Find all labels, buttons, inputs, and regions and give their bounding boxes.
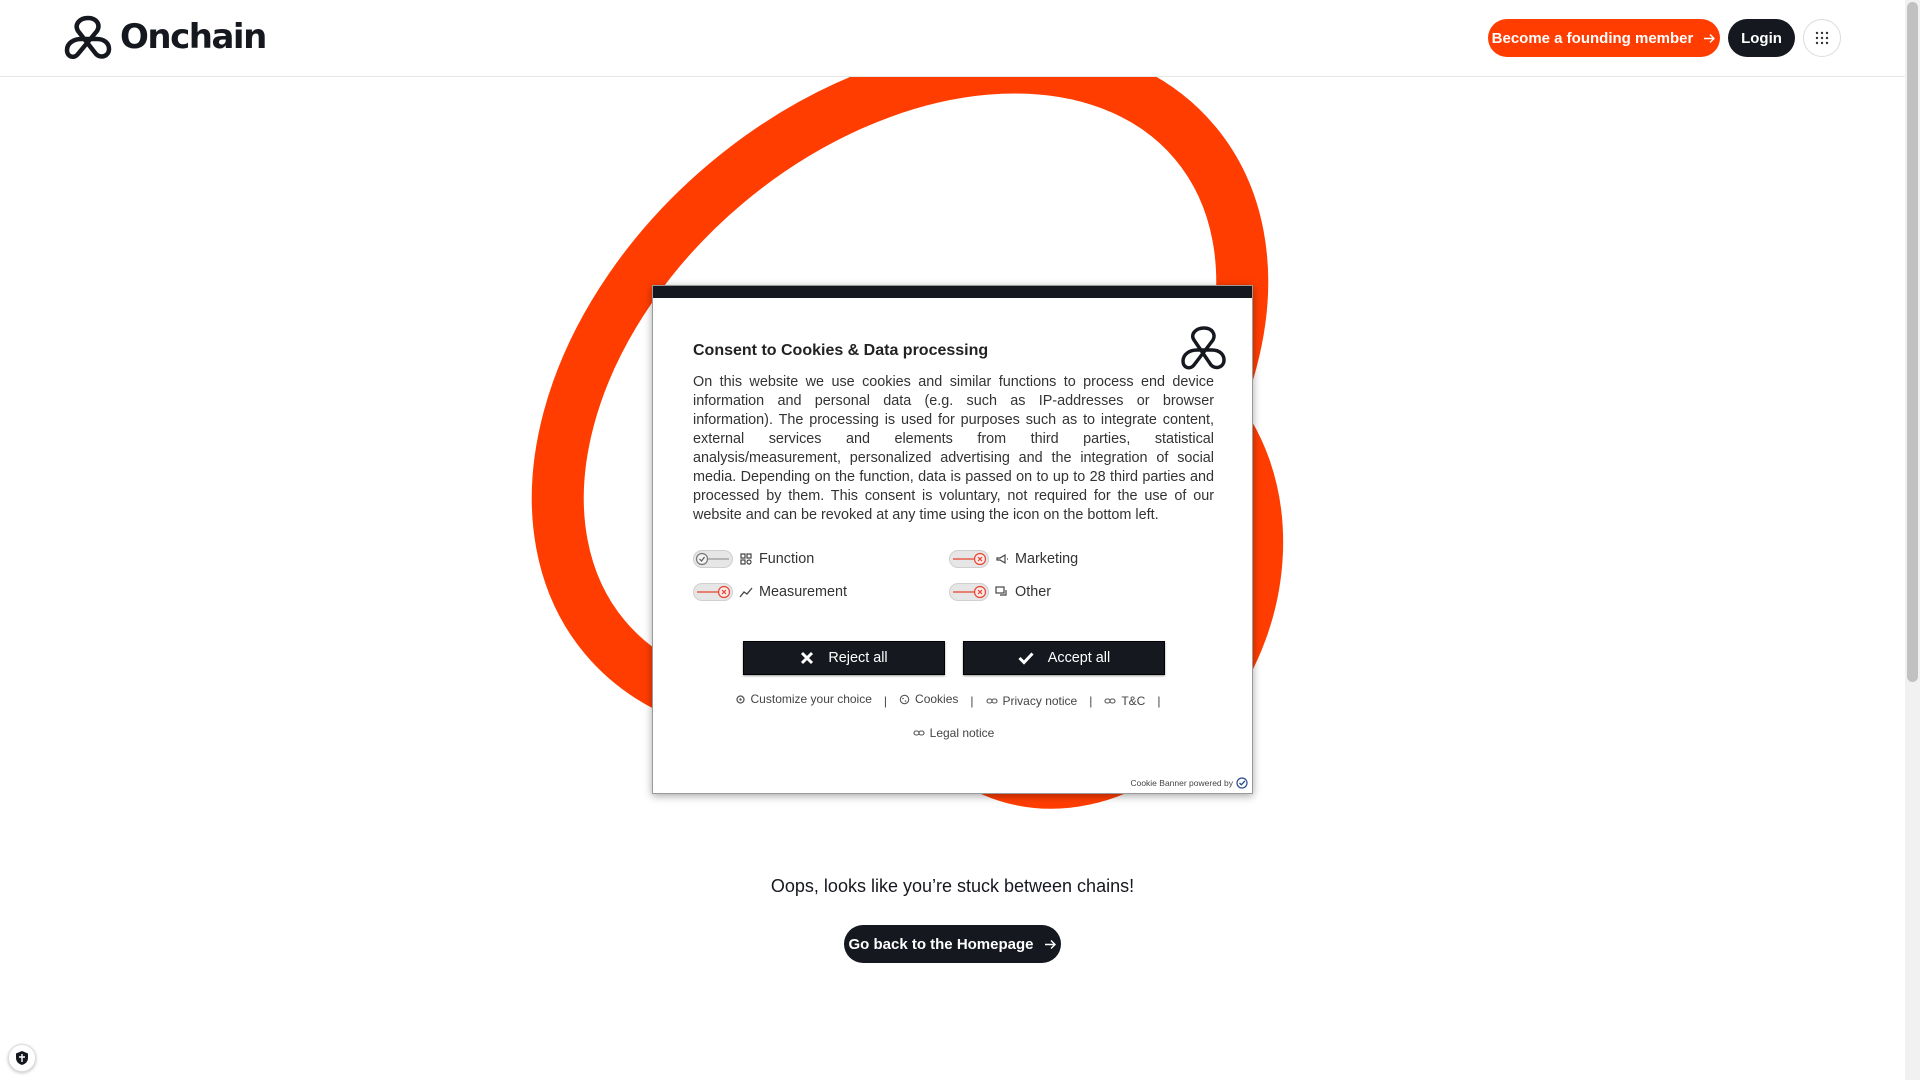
link-separator: | bbox=[970, 693, 974, 708]
cookie-icon bbox=[899, 694, 910, 704]
dialog-top-bar bbox=[653, 286, 1252, 298]
close-icon bbox=[801, 651, 814, 665]
tc-link[interactable]: T&C bbox=[1104, 694, 1145, 708]
login-button[interactable]: Login bbox=[1728, 19, 1795, 57]
link-icon bbox=[1104, 697, 1116, 704]
privacy-notice-link[interactable]: Privacy notice bbox=[985, 693, 1078, 708]
other-toggle[interactable] bbox=[949, 583, 989, 601]
function-toggle[interactable] bbox=[693, 550, 733, 568]
consent-description: On this website we use cookies and simil… bbox=[693, 374, 1214, 523]
legal-notice-link[interactable]: Legal notice bbox=[913, 726, 995, 740]
consent-title: Consent to Cookies & Data processing bbox=[693, 342, 989, 359]
onchain-mark-icon bbox=[1181, 326, 1226, 370]
arrow-right-icon bbox=[1704, 33, 1716, 43]
x-circle-icon bbox=[953, 552, 987, 566]
chart-icon bbox=[739, 587, 753, 598]
check-circle-icon bbox=[695, 552, 729, 566]
option-marketing-label: Marketing bbox=[1015, 551, 1079, 567]
page: Onchain Become a founding member Login O… bbox=[0, 0, 1920, 1080]
founding-label: Become a founding member bbox=[1491, 29, 1694, 47]
scrollbar-thumb[interactable] bbox=[1907, 2, 1918, 682]
powered-by-label: Cookie Banner powered by bbox=[1130, 778, 1233, 788]
option-function[interactable]: Function bbox=[693, 550, 814, 568]
privacy-settings-button[interactable] bbox=[8, 1044, 36, 1072]
brand-name: Onchain bbox=[120, 17, 267, 57]
go-home-label: Go back to the Homepage bbox=[848, 935, 1034, 953]
option-marketing[interactable]: Marketing bbox=[949, 550, 1078, 568]
option-measurement-label: Measurement bbox=[759, 584, 847, 600]
brand-logo[interactable]: Onchain bbox=[64, 14, 267, 60]
chat-icon bbox=[995, 586, 1007, 596]
accept-all-button[interactable]: Accept all bbox=[963, 641, 1165, 675]
consent-links-row-2: Legal notice bbox=[653, 726, 1254, 740]
apps-menu-button[interactable] bbox=[1803, 19, 1841, 57]
cookies-link-label: Cookies bbox=[915, 692, 959, 706]
become-founding-member-button[interactable]: Become a founding member bbox=[1488, 19, 1720, 57]
checkmark-icon bbox=[1018, 652, 1034, 665]
x-circle-icon bbox=[697, 585, 731, 599]
link-separator: | bbox=[1089, 693, 1093, 708]
marketing-toggle[interactable] bbox=[949, 550, 989, 568]
customize-link-label: Customize your choice bbox=[750, 692, 872, 706]
reject-all-button[interactable]: Reject all bbox=[743, 641, 945, 675]
login-label: Login bbox=[1741, 29, 1782, 47]
site-header: Onchain Become a founding member Login bbox=[0, 0, 1905, 77]
error-message: Oops, looks like you’re stuck between ch… bbox=[770, 876, 1135, 896]
reject-all-label: Reject all bbox=[828, 650, 888, 666]
link-separator: | bbox=[883, 693, 888, 708]
link-separator: | bbox=[1157, 693, 1161, 708]
go-home-button[interactable]: Go back to the Homepage bbox=[844, 925, 1061, 963]
cookie-consent-dialog: Consent to Cookies & Data processing On … bbox=[652, 285, 1253, 794]
grid-icon bbox=[740, 553, 752, 565]
tc-link-label: T&C bbox=[1121, 693, 1146, 708]
powered-by[interactable]: Cookie Banner powered by bbox=[1130, 777, 1248, 789]
option-other[interactable]: Other bbox=[949, 583, 1051, 601]
option-measurement[interactable]: Measurement bbox=[693, 583, 847, 601]
dots-grid-icon bbox=[1815, 31, 1829, 45]
privacy-notice-label: Privacy notice bbox=[1002, 693, 1078, 708]
gear-icon bbox=[735, 694, 745, 704]
measurement-toggle[interactable] bbox=[693, 583, 733, 601]
option-function-label: Function bbox=[759, 551, 815, 567]
cookies-link[interactable]: Cookies bbox=[899, 692, 958, 706]
customize-link[interactable]: Customize your choice bbox=[735, 692, 872, 706]
arrow-right-icon bbox=[1044, 939, 1056, 949]
link-icon bbox=[985, 697, 998, 704]
x-circle-icon bbox=[953, 585, 987, 599]
legal-notice-label: Legal notice bbox=[929, 726, 995, 740]
accept-all-label: Accept all bbox=[1047, 650, 1111, 666]
page-scrollbar[interactable] bbox=[1905, 0, 1920, 1080]
megaphone-icon bbox=[996, 553, 1008, 565]
shield-icon bbox=[16, 1051, 28, 1065]
shield-check-icon bbox=[1236, 777, 1248, 789]
option-other-label: Other bbox=[1015, 584, 1051, 600]
consent-links-row: Customize your choice | Cookies | Privac… bbox=[653, 692, 1254, 708]
onchain-logo-icon bbox=[64, 15, 112, 59]
link-icon bbox=[913, 730, 925, 736]
